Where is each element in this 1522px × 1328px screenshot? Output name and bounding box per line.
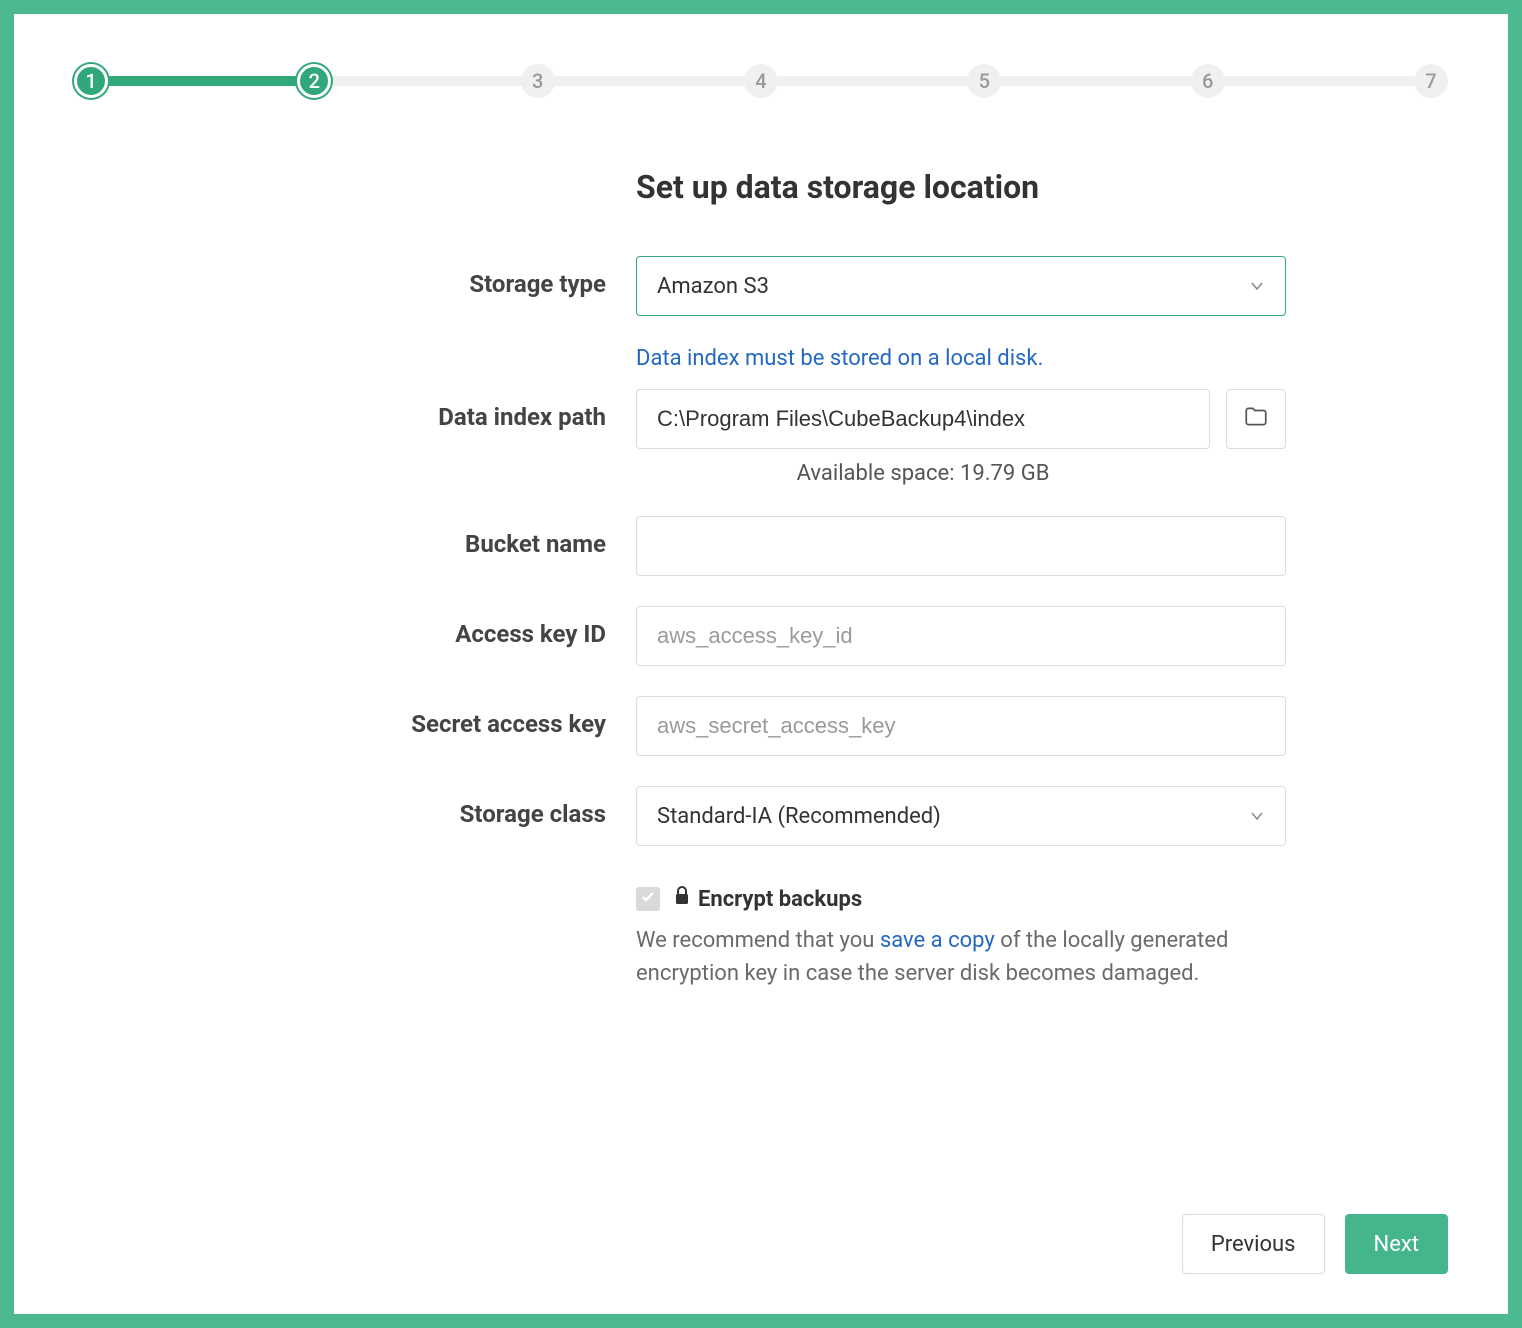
encrypt-label: Encrypt backups xyxy=(674,886,862,912)
stepper: 1 2 3 4 5 6 7 xyxy=(74,64,1448,98)
label-storage-type: Storage type xyxy=(236,256,636,298)
step-6: 6 xyxy=(1191,64,1225,98)
row-storage-type: Storage type Amazon S3 xyxy=(236,256,1286,316)
step-5: 5 xyxy=(967,64,1001,98)
index-note: Data index must be stored on a local dis… xyxy=(636,346,1286,371)
storage-type-select[interactable]: Amazon S3 xyxy=(636,256,1286,316)
secret-access-key-input[interactable] xyxy=(636,696,1286,756)
page-title: Set up data storage location xyxy=(636,168,1286,206)
lock-icon xyxy=(674,886,690,912)
encrypt-help-text: We recommend that you save a copy of the… xyxy=(636,924,1286,990)
row-access-key-id: Access key ID xyxy=(236,606,1286,666)
folder-icon xyxy=(1243,404,1269,434)
storage-class-value: Standard-IA (Recommended) xyxy=(657,804,941,829)
label-access-key-id: Access key ID xyxy=(236,606,636,648)
step-2[interactable]: 2 xyxy=(297,64,331,98)
step-7: 7 xyxy=(1414,64,1448,98)
next-button[interactable]: Next xyxy=(1345,1214,1448,1274)
step-1[interactable]: 1 xyxy=(74,64,108,98)
label-storage-class: Storage class xyxy=(236,786,636,828)
row-storage-class: Storage class Standard-IA (Recommended) xyxy=(236,786,1286,846)
check-icon xyxy=(640,889,656,909)
row-bucket-name: Bucket name xyxy=(236,516,1286,576)
bucket-name-input[interactable] xyxy=(636,516,1286,576)
row-encrypt: Encrypt backups We recommend that you sa… xyxy=(236,876,1286,990)
storage-class-select[interactable]: Standard-IA (Recommended) xyxy=(636,786,1286,846)
chevron-down-icon xyxy=(1249,278,1265,294)
label-data-index-path: Data index path xyxy=(236,389,636,431)
label-secret-access-key: Secret access key xyxy=(236,696,636,738)
storage-type-value: Amazon S3 xyxy=(657,274,769,299)
footer-buttons: Previous Next xyxy=(1182,1214,1448,1274)
row-data-index-path: Data index path Available space: 19.79 G… xyxy=(236,389,1286,486)
access-key-id-input[interactable] xyxy=(636,606,1286,666)
step-4: 4 xyxy=(744,64,778,98)
row-secret-access-key: Secret access key xyxy=(236,696,1286,756)
save-copy-link[interactable]: save a copy xyxy=(880,928,995,953)
setup-wizard-panel: 1 2 3 4 5 6 7 Set up data storage locati… xyxy=(14,14,1508,1314)
browse-button[interactable] xyxy=(1226,389,1286,449)
stepper-progress xyxy=(74,76,303,86)
step-3: 3 xyxy=(521,64,555,98)
chevron-down-icon xyxy=(1249,808,1265,824)
previous-button[interactable]: Previous xyxy=(1182,1214,1325,1274)
encrypt-checkbox[interactable] xyxy=(636,887,660,911)
available-space: Available space: 19.79 GB xyxy=(636,461,1210,486)
label-bucket-name: Bucket name xyxy=(236,516,636,558)
data-index-path-input[interactable] xyxy=(636,389,1210,449)
form-area: Set up data storage location Storage typ… xyxy=(236,168,1286,990)
